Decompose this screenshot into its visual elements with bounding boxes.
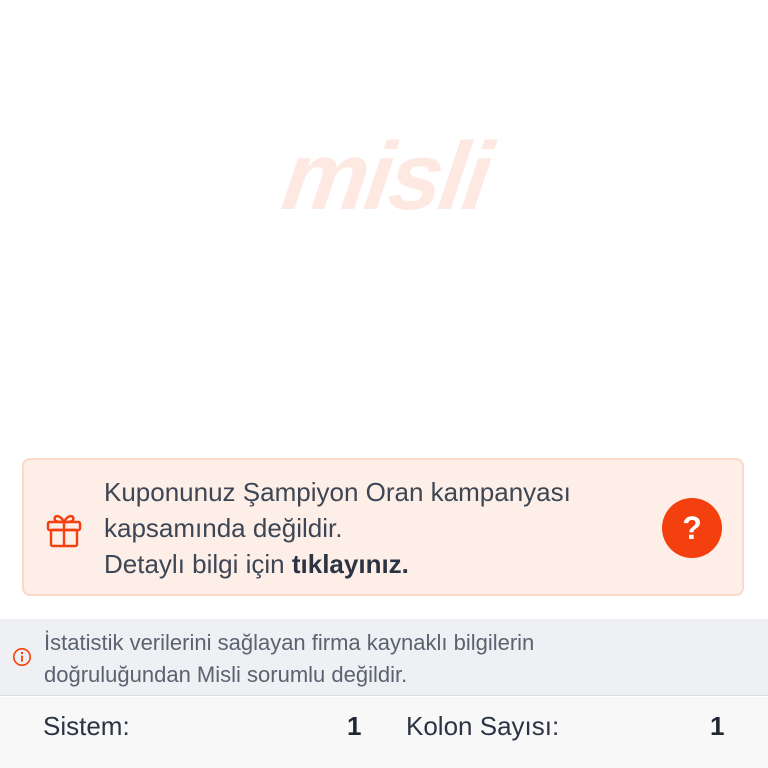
campaign-detail-prefix: Detaylı bilgi için: [104, 549, 292, 579]
campaign-line-3: Detaylı bilgi için tıklayınız.: [104, 546, 644, 582]
help-button[interactable]: ?: [662, 498, 722, 558]
disclaimer-line-1: İstatistik verilerini sağlayan firma kay…: [44, 630, 535, 655]
campaign-line-1: Kuponunuz Şampiyon Oran kampanyası: [104, 477, 571, 507]
coupon-summary: Sistem: 1 Kolon Sayısı: 1: [0, 697, 768, 768]
details-link[interactable]: tıklayınız.: [292, 549, 409, 579]
page: misli Kuponunuz Şampiyon Oran kampanyası…: [0, 0, 768, 768]
disclaimer-text: İstatistik verilerini sağlayan firma kay…: [44, 627, 744, 691]
misli-watermark-logo: misli: [276, 123, 496, 230]
logo-area: misli: [0, 0, 768, 450]
column-count-value: 1: [710, 711, 725, 741]
gift-icon: [46, 514, 82, 548]
column-count-label: Kolon Sayısı:: [406, 711, 560, 741]
disclaimer-line-2: doğruluğundan Misli sorumlu değildir.: [44, 662, 408, 687]
system-value: 1: [347, 711, 362, 741]
campaign-message: Kuponunuz Şampiyon Oran kampanyası kapsa…: [104, 474, 644, 582]
system-label: Sistem:: [43, 711, 130, 741]
campaign-line-2: kapsamında değildir.: [104, 513, 343, 543]
info-icon: [13, 648, 31, 666]
campaign-banner[interactable]: Kuponunuz Şampiyon Oran kampanyası kapsa…: [22, 458, 744, 596]
statistics-disclaimer: İstatistik verilerini sağlayan firma kay…: [0, 619, 768, 696]
